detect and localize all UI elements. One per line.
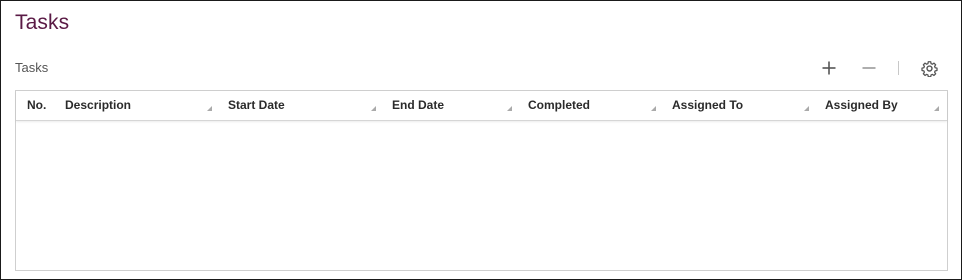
resize-corner-icon [934, 106, 939, 111]
section-label: Tasks [15, 60, 49, 75]
column-label: End Date [392, 98, 445, 112]
column-label: No. [27, 98, 47, 112]
column-header-assigned-by[interactable]: Assigned By [815, 91, 945, 120]
grid-settings-button[interactable] [918, 57, 940, 79]
resize-corner-icon [804, 106, 809, 111]
resize-corner-icon [207, 106, 212, 111]
remove-task-button[interactable] [858, 57, 880, 79]
column-header-start-date[interactable]: Start Date [218, 91, 382, 120]
resize-corner-icon [507, 106, 512, 111]
column-header-assigned-to[interactable]: Assigned To [662, 91, 815, 120]
column-header-no[interactable]: No. [16, 91, 55, 120]
gear-icon [920, 60, 938, 77]
toolbar-separator [898, 61, 899, 75]
column-label: Assigned By [825, 98, 898, 112]
add-task-button[interactable] [818, 57, 840, 79]
grid-toolbar [818, 57, 940, 79]
column-label: Assigned To [672, 98, 744, 112]
column-header-description[interactable]: Description [55, 91, 218, 120]
column-header-completed[interactable]: Completed [518, 91, 662, 120]
resize-corner-icon [651, 106, 656, 111]
plus-icon [822, 61, 836, 75]
column-label: Start Date [228, 98, 285, 112]
resize-corner-icon [371, 106, 376, 111]
column-label: Completed [528, 98, 591, 112]
page-title: Tasks [15, 11, 70, 34]
grid-header: No. Description Start Date End Date Comp… [16, 91, 947, 121]
grid-body[interactable] [16, 121, 947, 270]
minus-icon [862, 67, 876, 69]
tasks-panel: Tasks Tasks No. Description Start Date E… [0, 0, 962, 280]
column-label: Description [65, 98, 132, 112]
column-header-end-date[interactable]: End Date [382, 91, 518, 120]
tasks-grid: No. Description Start Date End Date Comp… [15, 90, 948, 271]
